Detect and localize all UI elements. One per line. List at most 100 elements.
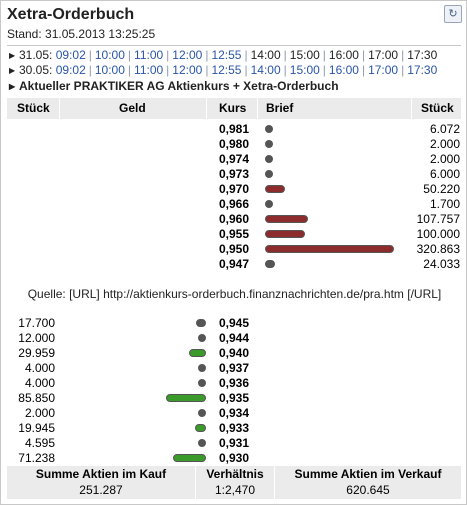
bid-row: 85.850 0,935 — [1, 391, 467, 406]
time-link[interactable]: 11:00 — [134, 48, 163, 62]
time-link: 16:00 — [328, 48, 359, 62]
ask-quantity: 2.000 — [429, 137, 460, 151]
time-link[interactable]: 15:00 — [290, 63, 320, 77]
time-link[interactable]: 09:02 — [56, 48, 86, 62]
refresh-icon[interactable]: ↻ — [444, 5, 462, 23]
bid-price: 0,936 — [218, 376, 249, 390]
ask-volume-bar — [265, 230, 305, 238]
time-link[interactable]: 17:30 — [407, 63, 437, 77]
separator: | — [322, 63, 326, 77]
bid-price: 0,945 — [218, 316, 249, 330]
bid-price: 0,937 — [218, 361, 249, 375]
bid-row: 17.700 0,945 — [1, 316, 467, 331]
ask-row: 0,966 1.700 — [1, 197, 467, 212]
ask-volume-bar — [265, 245, 394, 253]
ask-price: 0,980 — [218, 137, 249, 151]
timestamp: Stand: 31.05.2013 13:25:25 — [7, 27, 156, 41]
ratio-value: 1:2,470 — [214, 483, 256, 497]
ask-price: 0,960 — [218, 212, 249, 226]
time-link: 14:00 — [250, 48, 281, 62]
time-link[interactable]: 09:02 — [56, 63, 86, 77]
time-link[interactable]: 12:00 — [172, 63, 202, 77]
time-link[interactable]: 12:00 — [172, 48, 202, 62]
ask-price: 0,966 — [218, 197, 249, 211]
ask-row: 0,970 50.220 — [1, 182, 467, 197]
bid-row: 71.238 0,930 — [1, 451, 467, 466]
bid-price: 0,944 — [218, 331, 249, 345]
header-geld: Geld — [119, 101, 146, 115]
separator: | — [361, 48, 366, 62]
ask-volume-bar — [265, 155, 273, 163]
bid-quantity: 71.238 — [18, 451, 55, 465]
header-stueck-right: Stück — [421, 101, 454, 115]
ask-quantity: 6.000 — [429, 167, 460, 181]
bid-row: 29.959 0,940 — [1, 346, 467, 361]
ask-quantity: 24.033 — [423, 257, 460, 271]
bid-row: 4.000 0,936 — [1, 376, 467, 391]
ask-quantity: 50.220 — [423, 182, 460, 196]
header-brief: Brief — [266, 101, 294, 115]
separator: | — [127, 48, 132, 62]
time-link[interactable]: 12:55 — [211, 48, 241, 62]
ask-row: 0,960 107.757 — [1, 212, 467, 227]
time-link[interactable]: 12:55 — [211, 63, 241, 77]
sum-verkauf: Summe Aktien im Verkauf 620.645 — [275, 467, 461, 497]
time-link: 15:00 — [289, 48, 320, 62]
orderbook-widget: Xetra-Orderbuch Stand: 31.05.2013 13:25:… — [0, 0, 467, 505]
separator: | — [88, 63, 92, 77]
ask-quantity: 320.863 — [416, 242, 460, 256]
table-header: Stück Geld Kurs Brief Stück — [7, 98, 461, 119]
ask-price: 0,981 — [218, 122, 249, 136]
bid-price: 0,934 — [218, 406, 249, 420]
separator: | — [283, 63, 287, 77]
ask-price: 0,955 — [218, 227, 249, 241]
bid-quantity: 17.700 — [18, 316, 55, 330]
separator: | — [401, 63, 405, 77]
separator: | — [88, 48, 92, 62]
ratio: Verhältnis 1:2,470 — [196, 467, 274, 497]
summary-bar: Summe Aktien im Kauf 251.287 Verhältnis … — [7, 466, 461, 499]
header-kurs: Kurs — [219, 101, 247, 115]
time-link[interactable]: 14:00 — [251, 63, 281, 77]
ask-volume-bar — [265, 260, 275, 268]
timeline-date: 30.05: — [19, 63, 53, 77]
ask-row: 0,974 2.000 — [1, 152, 467, 167]
time-link[interactable]: 10:00 — [95, 48, 125, 62]
ask-quantity: 1.700 — [429, 197, 460, 211]
time-link[interactable]: 17:00 — [368, 63, 398, 77]
time-link[interactable]: 10:00 — [95, 63, 125, 77]
separator: | — [244, 48, 248, 62]
bid-quantity: 19.945 — [18, 421, 55, 435]
ask-row: 0,973 6.000 — [1, 167, 467, 182]
ask-row: 0,950 320.863 — [1, 242, 467, 257]
divider — [7, 45, 461, 46]
separator: | — [166, 48, 170, 62]
bid-row: 4.000 0,937 — [1, 361, 467, 376]
triangle-right-icon: ▶ — [9, 66, 16, 75]
ask-volume-bar — [265, 170, 273, 178]
time-link[interactable]: 16:00 — [329, 63, 359, 77]
bid-quantity: 12.000 — [18, 331, 55, 345]
bid-quantity: 4.595 — [24, 436, 55, 450]
ask-quantity: 107.757 — [416, 212, 460, 226]
ask-volume-bar — [265, 200, 273, 208]
bid-price: 0,935 — [218, 391, 249, 405]
ask-volume-bar — [265, 185, 285, 193]
time-link[interactable]: 11:00 — [134, 63, 163, 77]
source-note: Quelle: [URL] http://aktienkurs-orderbuc… — [27, 287, 442, 301]
bid-row: 12.000 0,944 — [1, 331, 467, 346]
widget-title: Xetra-Orderbuch — [7, 6, 135, 23]
separator: | — [401, 48, 405, 62]
separator: | — [322, 48, 326, 62]
triangle-right-icon: ▶ — [9, 51, 16, 60]
sum-verkauf-value: 620.645 — [346, 483, 390, 497]
timeline-date: 31.05: — [19, 48, 53, 62]
bid-row: 4.595 0,931 — [1, 436, 467, 451]
bid-quantity: 2.000 — [24, 406, 55, 420]
bid-quantity: 4.000 — [24, 376, 55, 390]
ask-row: 0,947 24.033 — [1, 257, 467, 272]
ask-price: 0,947 — [218, 257, 249, 271]
section-title: ▶ Aktueller PRAKTIKER AG Aktienkurs + Xet… — [9, 79, 339, 93]
ask-row: 0,955 100.000 — [1, 227, 467, 242]
bid-price: 0,930 — [218, 451, 249, 465]
